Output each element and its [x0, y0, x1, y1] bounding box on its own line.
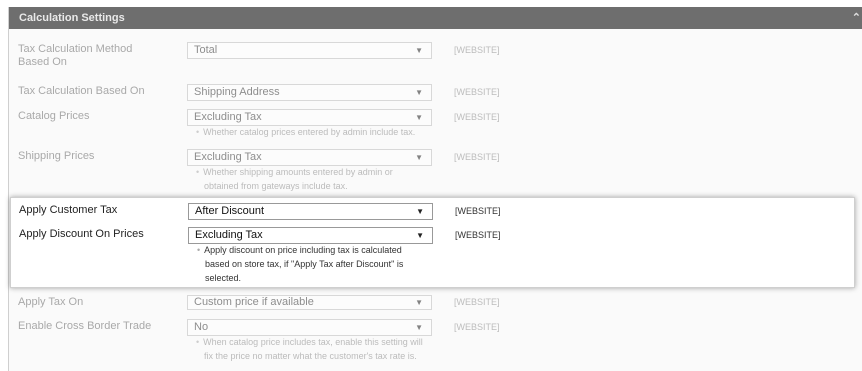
- dropdown-arrow-icon: ▼: [415, 46, 423, 55]
- apply-discount-on-prices-select[interactable]: Excluding Tax ▼: [188, 227, 433, 244]
- dropdown-arrow-icon: ▼: [415, 113, 423, 122]
- select-value: Shipping Address: [194, 86, 280, 98]
- setting-label: Apply Customer Tax: [19, 204, 118, 216]
- setting-label: Catalog Prices: [18, 110, 90, 122]
- note-bullet-icon: •: [197, 245, 201, 255]
- note-line: fix the price no matter what the custome…: [204, 351, 417, 361]
- catalog-prices-select[interactable]: Excluding Tax ▼: [187, 109, 432, 126]
- setting-label: Shipping Prices: [18, 150, 95, 162]
- scope-label: [WEBSITE]: [454, 112, 500, 122]
- note-bullet-icon: •: [196, 337, 200, 347]
- setting-label: Apply Tax On: [18, 296, 84, 308]
- dropdown-arrow-icon: ▼: [416, 207, 424, 216]
- note-line: Apply discount on price including tax is…: [204, 245, 402, 255]
- select-value: After Discount: [195, 205, 265, 217]
- section-header[interactable]: Calculation Settings ⌃: [9, 7, 862, 29]
- dropdown-arrow-icon: ▼: [416, 231, 424, 240]
- dropdown-arrow-icon: ▼: [415, 298, 423, 307]
- scope-label: [WEBSITE]: [454, 87, 500, 97]
- dropdown-arrow-icon: ▼: [415, 88, 423, 97]
- field-note: • Whether catalog prices entered by admin…: [196, 125, 441, 139]
- scope-label: [WEBSITE]: [454, 297, 500, 307]
- scope-label: [WEBSITE]: [455, 206, 501, 216]
- apply-tax-on-select[interactable]: Custom price if available ▼: [187, 295, 432, 310]
- note-bullet-icon: •: [196, 167, 200, 177]
- enable-cross-border-trade-select[interactable]: No ▼: [187, 319, 432, 336]
- tax-calculation-method-select[interactable]: Total ▼: [187, 42, 432, 59]
- scope-label: [WEBSITE]: [455, 230, 501, 240]
- chevron-up-icon[interactable]: ⌃: [852, 7, 861, 29]
- highlighted-settings-block: Apply Customer Tax After Discount ▼ [WEB…: [10, 197, 855, 288]
- field-note: • Apply discount on price including tax i…: [197, 243, 442, 285]
- setting-label: Tax Calculation Method Based On: [18, 43, 133, 68]
- note-bullet-icon: •: [196, 127, 200, 137]
- dropdown-arrow-icon: ▼: [415, 323, 423, 332]
- note-line: obtained from gateways include tax.: [204, 181, 348, 191]
- setting-label: Apply Discount On Prices: [19, 228, 144, 240]
- select-value: Excluding Tax: [194, 151, 262, 163]
- field-note: • Whether shipping amounts entered by adm…: [196, 165, 441, 193]
- note-line: Whether catalog prices entered by admin …: [203, 127, 416, 137]
- note-line: based on store tax, if "Apply Tax after …: [205, 259, 404, 269]
- dropdown-arrow-icon: ▼: [415, 153, 423, 162]
- apply-customer-tax-select[interactable]: After Discount ▼: [188, 203, 433, 220]
- scope-label: [WEBSITE]: [454, 152, 500, 162]
- section-title: Calculation Settings: [19, 12, 125, 24]
- setting-label: Enable Cross Border Trade: [18, 320, 152, 332]
- scope-label: [WEBSITE]: [454, 45, 500, 55]
- field-note: • When catalog price includes tax, enable…: [196, 335, 456, 363]
- note-line: When catalog price includes tax, enable …: [203, 337, 423, 347]
- scope-label: [WEBSITE]: [454, 322, 500, 332]
- select-value: Excluding Tax: [195, 229, 263, 241]
- select-value: No: [194, 321, 209, 333]
- note-line: selected.: [205, 273, 242, 283]
- select-value: Total: [194, 44, 218, 56]
- tax-calculation-based-on-select[interactable]: Shipping Address ▼: [187, 84, 432, 101]
- note-line: Whether shipping amounts entered by admi…: [203, 167, 393, 177]
- select-value: Excluding Tax: [194, 111, 262, 123]
- setting-label: Tax Calculation Based On: [18, 85, 145, 97]
- shipping-prices-select[interactable]: Excluding Tax ▼: [187, 149, 432, 166]
- select-value: Custom price if available: [194, 296, 314, 308]
